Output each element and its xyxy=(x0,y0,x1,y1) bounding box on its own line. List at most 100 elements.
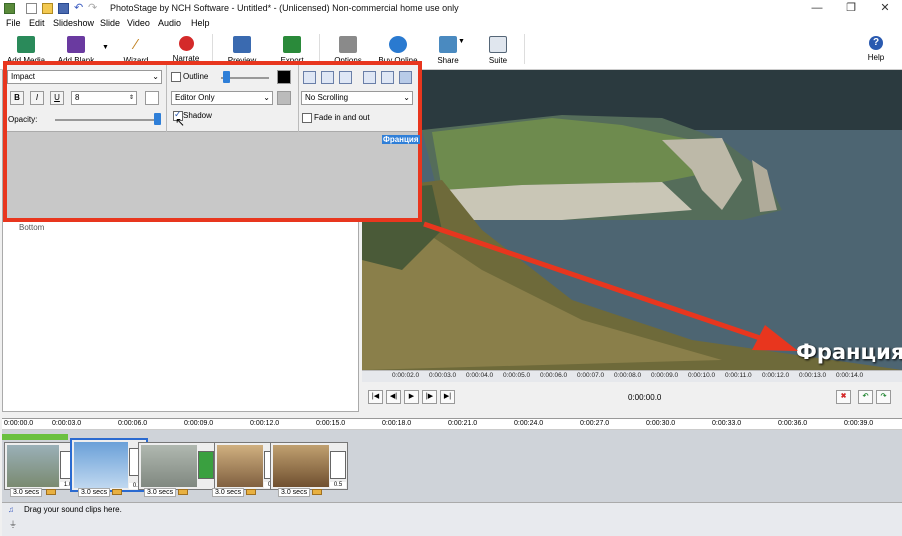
duration-handle[interactable] xyxy=(312,489,322,495)
align-top-icon[interactable] xyxy=(363,71,376,84)
duration-handle[interactable] xyxy=(178,489,188,495)
close-button[interactable]: ✕ xyxy=(870,1,900,16)
go-to-start-icon[interactable]: |◀ xyxy=(368,390,383,404)
help-button[interactable]: ? Help xyxy=(854,36,898,62)
spinner-icon[interactable]: ⇕ xyxy=(129,92,134,104)
text-preview-box[interactable]: Франция xyxy=(382,135,420,144)
menu-audio[interactable]: Audio xyxy=(158,18,181,28)
add-media-icon xyxy=(17,36,35,53)
clip-thumbnail xyxy=(217,445,263,487)
rotate-left-icon[interactable]: ↶ xyxy=(858,390,873,404)
visibility-select[interactable]: Editor Only ⌄ xyxy=(171,91,273,105)
align-center-icon[interactable] xyxy=(321,71,334,84)
timeline-tick: 0:00:21.0 xyxy=(448,420,478,427)
text-color-swatch[interactable] xyxy=(145,91,159,105)
suite-label: Suite xyxy=(488,56,508,65)
opacity-slider-handle[interactable] xyxy=(154,113,161,125)
ruler-tick: 0:00:02.0 xyxy=(392,372,420,379)
fade-checkbox[interactable] xyxy=(302,113,312,123)
clip-duration: 3.0 secs xyxy=(78,488,111,497)
timeline-tick: 0:00:30.0 xyxy=(646,420,676,427)
timeline-clip[interactable] xyxy=(138,442,216,490)
text-toolbar: Impact ⌄ B I U 8 ⇕ Opacity: Outline Editor… xyxy=(7,65,418,132)
title-bar: ↶ ↷ PhotoStage by NCH Software - Untitle… xyxy=(0,0,902,17)
save-icon[interactable] xyxy=(58,3,69,14)
undo-icon[interactable]: ↶ xyxy=(74,3,85,14)
duration-handle[interactable] xyxy=(246,489,256,495)
menu-edit[interactable]: Edit xyxy=(29,18,45,28)
add-blank-icon xyxy=(67,36,85,53)
italic-button[interactable]: I xyxy=(30,91,44,105)
font-size-stepper[interactable]: 8 ⇕ xyxy=(71,91,137,105)
scrolling-select[interactable]: No Scrolling ⌄ xyxy=(301,91,413,105)
open-folder-icon[interactable] xyxy=(42,3,53,14)
opacity-slider[interactable] xyxy=(55,119,161,121)
share-label: Share xyxy=(437,56,459,65)
overlay-caption[interactable]: Франция xyxy=(796,340,902,364)
menu-help[interactable]: Help xyxy=(191,18,210,28)
transition-icon[interactable] xyxy=(198,451,214,479)
narrate-button[interactable]: Narrate xyxy=(164,36,208,63)
timeline-clip[interactable]: 0.5 xyxy=(270,442,348,490)
timeline-tick: 0:00:03.0 xyxy=(52,420,82,427)
duration-handle[interactable] xyxy=(112,489,122,495)
timeline-tick: 0:00:09.0 xyxy=(184,420,214,427)
toolbar-separator xyxy=(319,34,320,64)
previous-frame-icon[interactable]: ◀| xyxy=(386,390,401,404)
ruler-tick: 0:00:05.0 xyxy=(503,372,531,379)
timeline-track: 1.0 3.0 secs 0.5 3.0 secs 3.0 secs 0.5 3… xyxy=(2,430,902,502)
timeline-clip[interactable]: 1.0 xyxy=(4,442,78,490)
menu-video[interactable]: Video xyxy=(127,18,150,28)
background-color-swatch[interactable] xyxy=(277,91,291,105)
align-bottom-icon[interactable] xyxy=(399,71,412,84)
timeline-ruler[interactable]: 0:00:00.0 0:00:03.0 0:00:06.0 0:00:09.0 … xyxy=(2,418,902,430)
menu-file[interactable]: File xyxy=(6,18,21,28)
redo-icon[interactable]: ↷ xyxy=(88,3,99,14)
duration-handle[interactable] xyxy=(46,489,56,495)
maximize-button[interactable]: ❐ xyxy=(836,1,866,16)
outline-color-swatch[interactable] xyxy=(277,70,291,84)
align-left-icon[interactable] xyxy=(303,71,316,84)
clip-thumbnail xyxy=(273,445,329,487)
timeline-tick: 0:00:15.0 xyxy=(316,420,346,427)
shadow-label: Shadow xyxy=(183,111,212,120)
suite-button[interactable]: Suite xyxy=(476,36,520,65)
timeline-tick: 0:00:39.0 xyxy=(844,420,874,427)
new-file-icon[interactable] xyxy=(26,3,37,14)
go-to-end-icon[interactable]: ▶| xyxy=(440,390,455,404)
delete-icon[interactable]: ✖ xyxy=(836,390,851,404)
narration-track[interactable]: ⏚ xyxy=(2,516,902,536)
play-icon[interactable]: ▶ xyxy=(404,390,419,404)
add-blank-dropdown-icon[interactable]: ▼ xyxy=(102,44,109,51)
clip-duration: 3.0 secs xyxy=(278,488,311,497)
preview-timeline-ruler[interactable]: 0:00:02.0 0:00:03.0 0:00:04.0 0:00:05.0 … xyxy=(362,370,902,382)
outline-checkbox[interactable] xyxy=(171,72,181,82)
underline-button[interactable]: U xyxy=(50,91,64,105)
minimize-button[interactable]: — xyxy=(802,1,832,16)
align-middle-icon[interactable] xyxy=(381,71,394,84)
position-item[interactable]: Bottom xyxy=(19,223,44,232)
transition-icon[interactable] xyxy=(330,451,346,479)
menu-slide[interactable]: Slide xyxy=(100,18,120,28)
font-value: Impact xyxy=(11,72,36,81)
rotate-right-icon[interactable]: ↷ xyxy=(876,390,891,404)
bold-button[interactable]: B xyxy=(10,91,24,105)
sound-track[interactable]: ♫ Drag your sound clips here. xyxy=(2,502,902,516)
timeline-clip-selected[interactable]: 0.5 xyxy=(70,438,148,492)
menu-slideshow[interactable]: Slideshow xyxy=(53,18,94,28)
share-dropdown-icon[interactable]: ▼ xyxy=(458,38,465,45)
clip-thumbnail xyxy=(74,442,128,488)
ruler-tick: 0:00:11.0 xyxy=(725,372,752,379)
record-icon xyxy=(178,36,194,51)
sound-track-hint: Drag your sound clips here. xyxy=(24,505,122,514)
outline-slider-handle[interactable] xyxy=(223,71,230,83)
next-frame-icon[interactable]: |▶ xyxy=(422,390,437,404)
font-select[interactable]: Impact ⌄ xyxy=(7,70,162,84)
panel-divider xyxy=(166,65,167,132)
timecode-display: 0:00:00.0 xyxy=(628,393,662,402)
window-title: PhotoStage by NCH Software - Untitled* -… xyxy=(110,3,459,13)
ruler-tick: 0:00:07.0 xyxy=(577,372,605,379)
timeline-tick: 0:00:00.0 xyxy=(4,420,34,427)
align-right-icon[interactable] xyxy=(339,71,352,84)
panel-divider xyxy=(298,65,299,132)
